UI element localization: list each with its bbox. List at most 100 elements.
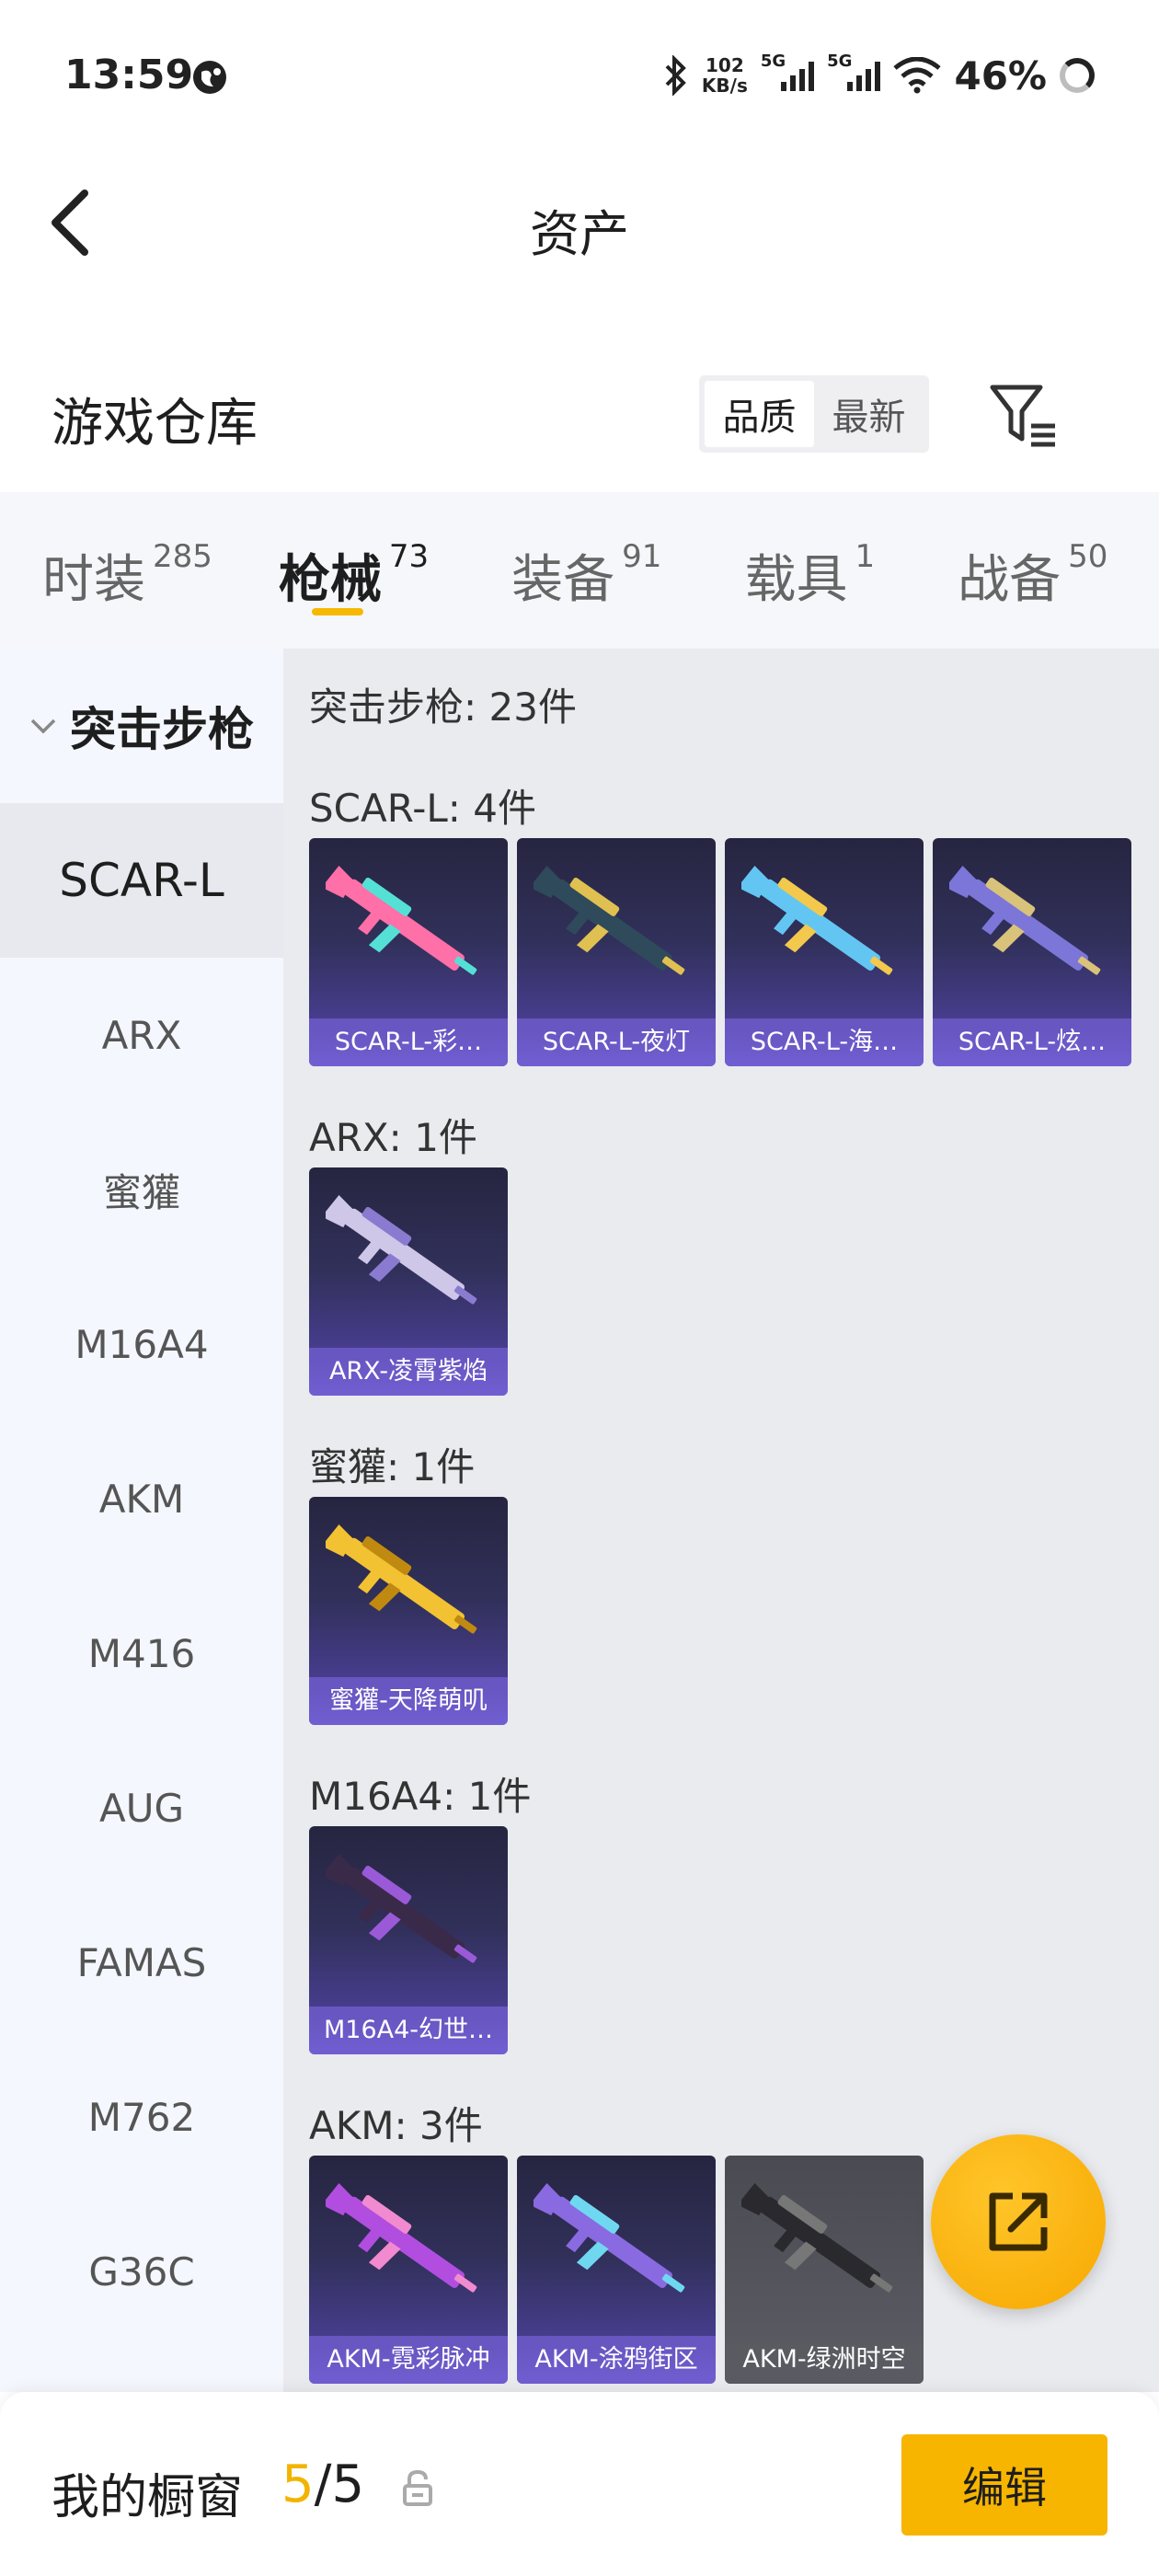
weapon-card[interactable]: AKM-霓彩脉冲	[309, 2156, 508, 2384]
sort-toggle: 品质 最新	[699, 375, 929, 453]
status-time: 13:59	[64, 52, 194, 98]
tab-count: 1	[855, 538, 876, 575]
tab-vehicles[interactable]: 载具 1	[744, 492, 875, 649]
showcase-count-total: /5	[314, 2455, 365, 2514]
tab-label: 枪械	[278, 550, 382, 610]
weapon-card[interactable]: 蜜獾-天降萌叽	[309, 1497, 508, 1725]
rifle-icon	[326, 1524, 477, 1634]
group-label: AKM: 3件	[309, 2103, 483, 2148]
signal-2: 5G	[827, 52, 881, 91]
group-label: 蜜獾: 1件	[309, 1444, 476, 1489]
signal-bars-icon	[847, 60, 881, 91]
weapon-card[interactable]: SCAR-L-炫…	[933, 838, 1131, 1066]
sidebar-item-m762[interactable]: M762	[0, 2040, 283, 2194]
lock-icon	[403, 2469, 432, 2506]
sidebar-category[interactable]: 突击步枪	[0, 649, 283, 803]
share-button[interactable]	[931, 2134, 1106, 2309]
tab-count: 50	[1068, 538, 1108, 575]
sidebar-item-arx[interactable]: ARX	[0, 958, 283, 1112]
weapon-name: AKM-绿洲时空	[725, 2336, 924, 2384]
category-tabs: 时装 285 枪械 73 装备 91 载具 1 战备 50	[0, 492, 1159, 649]
sidebar-category-label: 突击步枪	[70, 703, 254, 756]
sidebar-item-m416[interactable]: M416	[0, 1576, 283, 1731]
showcase-label: 我的橱窗	[52, 2470, 244, 2525]
signal-1-label: 5G	[760, 52, 786, 71]
tab-supplies[interactable]: 战备 50	[958, 492, 1107, 649]
rifle-icon	[741, 2183, 893, 2293]
showcase-bar: 我的橱窗 5/5 编辑	[0, 2392, 1159, 2576]
weapon-name: SCAR-L-彩…	[309, 1018, 508, 1066]
battery-level: 46%	[954, 52, 1047, 98]
sidebar-item-aug[interactable]: AUG	[0, 1731, 283, 1885]
tab-active-indicator	[311, 608, 363, 615]
rifle-icon	[534, 2183, 685, 2293]
showcase-count: 5/5	[281, 2455, 364, 2514]
sidebar-item-m16a4[interactable]: M16A4	[0, 1267, 283, 1421]
tab-fashion[interactable]: 时装 285	[42, 492, 212, 649]
signal-2-label: 5G	[827, 52, 853, 71]
chevron-down-icon	[30, 719, 56, 734]
weapon-name: AKM-霓彩脉冲	[309, 2336, 508, 2384]
tab-count: 73	[388, 538, 430, 575]
weapon-name: AKM-涂鸦街区	[517, 2336, 716, 2384]
weapon-sidebar: 突击步枪 SCAR-L ARX 蜜獾 M16A4 AKM M416 AUG FA…	[0, 649, 283, 2392]
filter-icon[interactable]	[989, 382, 1059, 448]
section-title: 游戏仓库	[52, 394, 258, 454]
battery-ring-icon	[1060, 58, 1095, 93]
rifle-icon	[741, 866, 893, 975]
rifle-icon	[326, 1195, 477, 1305]
weapon-name: M16A4-幻世…	[309, 2007, 508, 2054]
bluetooth-icon	[665, 55, 686, 96]
weapon-card[interactable]: M16A4-幻世…	[309, 1826, 508, 2054]
weapon-card[interactable]: AKM-绿洲时空	[725, 2156, 924, 2384]
sidebar-item-g36c[interactable]: G36C	[0, 2194, 283, 2349]
showcase-count-current: 5	[281, 2455, 315, 2514]
network-speed-unit: KB/s	[701, 75, 748, 97]
tab-label: 时装	[42, 550, 145, 610]
tab-count: 285	[153, 538, 212, 575]
signal-bars-icon	[781, 60, 815, 91]
sidebar-item-scar-l[interactable]: SCAR-L	[0, 803, 283, 958]
group-label: SCAR-L: 4件	[309, 786, 536, 831]
category-total: 突击步枪: 23件	[309, 684, 577, 730]
rifle-icon	[949, 866, 1101, 975]
sort-option-quality[interactable]: 品质	[705, 381, 814, 447]
weapon-card[interactable]: SCAR-L-彩…	[309, 838, 508, 1066]
weapon-card[interactable]: ARX-凌霄紫焰	[309, 1167, 508, 1396]
tab-firearms[interactable]: 枪械 73	[279, 492, 429, 649]
wifi-icon	[893, 57, 942, 94]
sidebar-item-famas[interactable]: FAMAS	[0, 1885, 283, 2040]
weapon-name: SCAR-L-炫…	[933, 1018, 1131, 1066]
network-speed: 102 KB/s	[702, 55, 748, 96]
edit-button[interactable]: 编辑	[901, 2434, 1107, 2536]
weapon-name: SCAR-L-海…	[725, 1018, 924, 1066]
weapon-name: SCAR-L-夜灯	[517, 1018, 716, 1066]
tab-label: 战备	[958, 550, 1061, 610]
group-label: ARX: 1件	[309, 1115, 477, 1160]
rifle-icon	[326, 2183, 477, 2293]
weapon-content: 突击步枪: 23件 SCAR-L: 4件 SCAR-L-彩… SCAR-L-夜灯 SC…	[283, 649, 1159, 2392]
group-label: M16A4: 1件	[309, 1774, 532, 1819]
tab-label: 载具	[744, 550, 848, 610]
share-icon	[989, 2192, 1048, 2251]
status-bar: 13:59 102 KB/s 5G 5G 46%	[0, 0, 1159, 152]
sidebar-item-honey-badger[interactable]: 蜜獾	[0, 1112, 283, 1267]
rifle-icon	[534, 866, 685, 975]
weapon-card[interactable]: SCAR-L-夜灯	[517, 838, 716, 1066]
signal-1: 5G	[761, 52, 815, 91]
rifle-icon	[326, 1854, 477, 1963]
weapon-card[interactable]: SCAR-L-海…	[725, 838, 924, 1066]
tab-label: 装备	[511, 550, 615, 610]
tab-equipment[interactable]: 装备 91	[511, 492, 661, 649]
tab-count: 91	[622, 538, 662, 575]
globe-icon	[193, 61, 226, 94]
weapon-name: 蜜獾-天降萌叽	[309, 1677, 508, 1725]
sort-option-newest[interactable]: 最新	[814, 381, 924, 447]
page-title: 资产	[530, 205, 629, 263]
weapon-name: ARX-凌霄紫焰	[309, 1348, 508, 1396]
network-speed-value: 102	[705, 54, 744, 76]
sidebar-item-akm[interactable]: AKM	[0, 1421, 283, 1576]
weapon-card[interactable]: AKM-涂鸦街区	[517, 2156, 716, 2384]
status-indicators: 102 KB/s 5G 5G 46%	[661, 48, 1095, 103]
rifle-icon	[326, 866, 477, 975]
